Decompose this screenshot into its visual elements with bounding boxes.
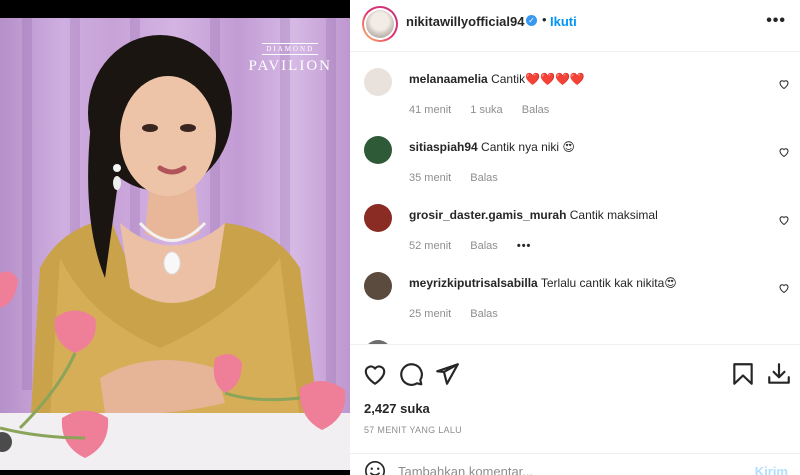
author-username[interactable]: nikitawillyofficial94 xyxy=(406,14,525,29)
more-options-icon[interactable]: ••• xyxy=(766,12,786,30)
comment-likes[interactable]: 1 suka xyxy=(470,104,502,116)
comment-time[interactable]: 52 menit xyxy=(409,240,451,252)
comment-item xyxy=(350,324,800,344)
comment-time[interactable]: 35 menit xyxy=(409,172,451,184)
portrait-illustration xyxy=(0,35,350,470)
comment-avatar[interactable] xyxy=(364,272,392,300)
likes-count[interactable]: 2,427 suka xyxy=(364,401,430,416)
post-photo[interactable]: DIAMOND PAVILION xyxy=(0,18,350,470)
separator-dot: • xyxy=(542,12,547,27)
comment-text: Cantik maksimal xyxy=(569,208,658,222)
emoji-icon[interactable] xyxy=(364,460,386,475)
reply-button[interactable]: Balas xyxy=(470,172,498,184)
post-header: nikitawillyofficial94 ✓ • Ikuti ••• xyxy=(350,0,800,52)
comment-item: melanaamelia Cantik❤️❤️❤️❤️ 41 menit 1 s… xyxy=(350,52,800,120)
comment-heart-icon[interactable] xyxy=(778,282,790,294)
comment-text: Cantik❤️❤️❤️❤️ xyxy=(491,72,585,86)
comment-item: sitiaspiah94 Cantik nya niki 😍 35 menit … xyxy=(350,120,800,188)
reply-button[interactable]: Balas xyxy=(470,308,498,320)
share-icon[interactable] xyxy=(434,361,460,387)
comment-heart-icon[interactable] xyxy=(778,146,790,158)
add-comment-bar: Kirim xyxy=(350,453,800,475)
post-timestamp[interactable]: 57 MENIT YANG LALU xyxy=(364,425,462,435)
author-avatar[interactable] xyxy=(362,6,398,42)
comment-username[interactable]: meyrizkiputrisalsabilla xyxy=(409,276,538,290)
download-icon[interactable] xyxy=(766,361,792,387)
comment-meta: 52 menit Balas ••• xyxy=(409,240,547,252)
follow-button[interactable]: Ikuti xyxy=(550,14,577,29)
post-actions: 2,427 suka 57 MENIT YANG LALU Kirim xyxy=(350,344,800,475)
post-sidebar: nikitawillyofficial94 ✓ • Ikuti ••• mela… xyxy=(350,0,800,475)
comment-time[interactable]: 25 menit xyxy=(409,308,451,320)
brand-name-text: PAVILION xyxy=(248,58,332,74)
post-media: DIAMOND PAVILION xyxy=(0,0,350,475)
reply-button[interactable]: Balas xyxy=(470,240,498,252)
post-comment-button[interactable]: Kirim xyxy=(755,464,788,475)
comment-more-icon[interactable]: ••• xyxy=(517,240,532,252)
comment-input[interactable] xyxy=(398,464,738,475)
comment-list[interactable]: melanaamelia Cantik❤️❤️❤️❤️ 41 menit 1 s… xyxy=(350,52,800,344)
brand-top-text: DIAMOND xyxy=(262,43,319,55)
avatar-image xyxy=(366,10,394,38)
comment-username[interactable]: sitiaspiah94 xyxy=(409,140,478,154)
comment-heart-icon[interactable] xyxy=(778,214,790,226)
comment-avatar[interactable] xyxy=(364,68,392,96)
comment-icon[interactable] xyxy=(398,361,424,387)
comment-time[interactable]: 41 menit xyxy=(409,104,451,116)
comment-text: Cantik nya niki 😍 xyxy=(481,140,575,154)
bookmark-icon[interactable] xyxy=(730,361,756,387)
comment-username[interactable]: grosir_daster.gamis_murah xyxy=(409,208,566,222)
reply-button[interactable]: Balas xyxy=(522,104,550,116)
comment-text: Terlalu cantik kak nikita😍 xyxy=(540,276,677,290)
comment-meta: 35 menit Balas xyxy=(409,172,514,184)
verified-icon: ✓ xyxy=(526,15,537,26)
comment-avatar[interactable] xyxy=(364,204,392,232)
comment-meta: 41 menit 1 suka Balas xyxy=(409,104,565,116)
comment-heart-icon[interactable] xyxy=(778,78,790,90)
comment-avatar[interactable] xyxy=(364,136,392,164)
comment-meta: 25 menit Balas xyxy=(409,308,514,320)
comment-item: grosir_daster.gamis_murah Cantik maksima… xyxy=(350,188,800,256)
brand-watermark: DIAMOND PAVILION xyxy=(248,38,332,75)
comment-username[interactable]: melanaamelia xyxy=(409,72,488,86)
heart-icon[interactable] xyxy=(362,361,388,387)
comment-item: meyrizkiputrisalsabilla Terlalu cantik k… xyxy=(350,256,800,324)
